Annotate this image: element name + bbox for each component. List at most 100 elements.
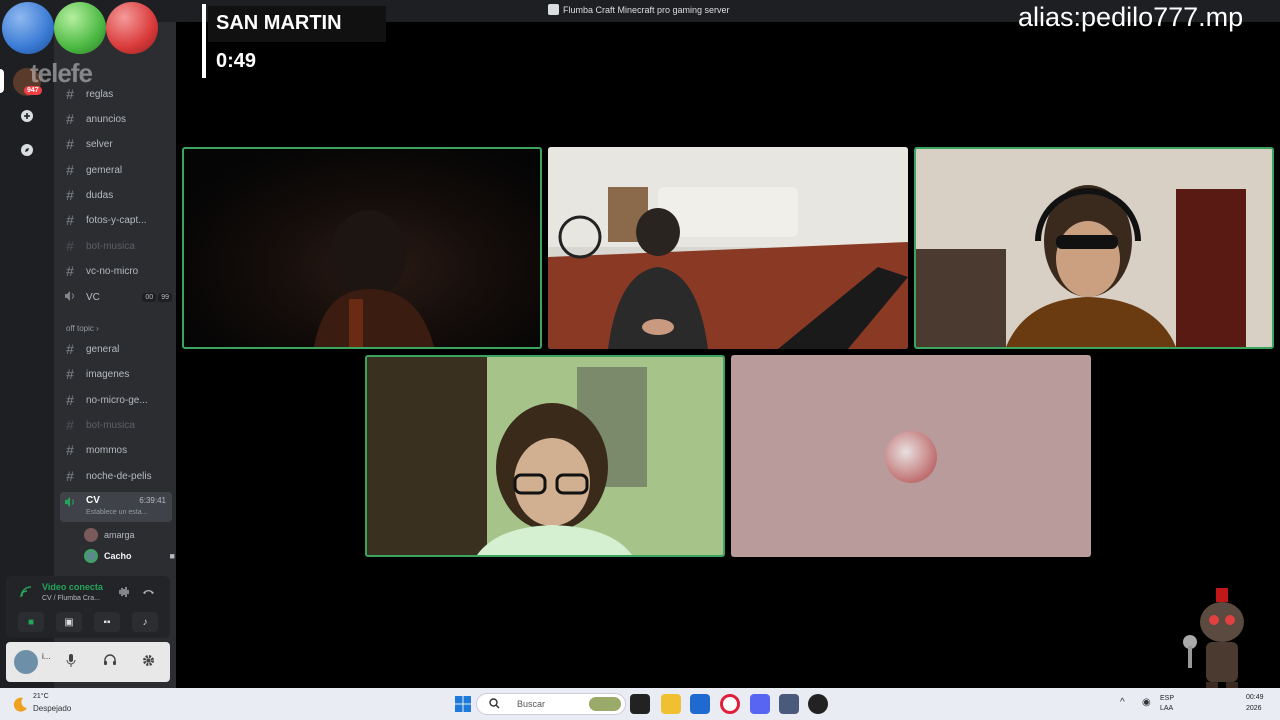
clock-time[interactable]: 00:49 — [1246, 694, 1264, 701]
channel-name: anuncios — [86, 113, 127, 125]
microphone-icon[interactable] — [66, 654, 76, 670]
video-tile[interactable] — [548, 147, 908, 349]
clock-date[interactable]: 2026 — [1246, 705, 1262, 712]
broadcast-logo — [0, 0, 170, 56]
channel-name: fotos-y-capt... — [86, 214, 147, 226]
windows-start-icon[interactable] — [455, 696, 471, 717]
taskbar-search[interactable]: Buscar — [476, 693, 626, 715]
chevron-up-icon[interactable]: ^ — [1120, 697, 1125, 708]
voice-channel-vc[interactable]: VC 00 99 — [60, 286, 172, 308]
channel-noche-de-pelis[interactable]: # noche-de-pelis — [60, 465, 172, 487]
gear-icon[interactable] — [142, 654, 155, 670]
task-view-icon[interactable] — [630, 694, 650, 714]
keyboard-language[interactable]: ESP — [1160, 695, 1174, 702]
hash-icon: # — [66, 392, 74, 408]
noise-suppression-icon[interactable] — [118, 586, 130, 601]
channel-name: reglas — [86, 88, 114, 100]
disconnect-icon[interactable] — [142, 586, 155, 601]
video-tile[interactable] — [365, 355, 725, 557]
hash-icon: # — [66, 468, 74, 484]
user-panel: i... — [6, 642, 170, 682]
headphones-icon[interactable] — [104, 654, 116, 669]
video-tile[interactable] — [914, 147, 1274, 349]
vc-badge-b: 99 — [158, 292, 172, 302]
weather-description: Despejado — [33, 704, 72, 713]
channel-selver[interactable]: # selver — [60, 133, 172, 155]
channel-gemeral[interactable]: # gemeral — [60, 159, 172, 181]
avatar[interactable] — [14, 650, 38, 674]
hash-icon: # — [66, 238, 74, 254]
weather-moon-icon[interactable] — [12, 696, 28, 717]
network-icon[interactable]: ◉ — [1142, 697, 1151, 708]
channel-name: general — [86, 343, 120, 355]
channel-dudas[interactable]: # dudas — [60, 184, 172, 206]
video-tile-camera-off[interactable] — [731, 355, 1091, 557]
channel-general[interactable]: # general — [60, 338, 172, 360]
channel-fotos[interactable]: # fotos-y-capt... — [60, 209, 172, 231]
weather-temperature: 21°C — [33, 693, 49, 700]
hash-icon: # — [66, 136, 74, 152]
channel-bot-musica[interactable]: # bot-musica — [60, 235, 172, 257]
file-explorer-icon[interactable] — [661, 694, 681, 714]
alias-watermark: alias:pedilo777.mp — [1018, 2, 1244, 32]
avatar — [885, 431, 937, 483]
channel-bot-musica-2[interactable]: # bot-musica — [60, 414, 172, 436]
keyboard-layout[interactable]: LAA — [1160, 705, 1173, 712]
explore-servers-icon[interactable] — [13, 136, 41, 164]
broadcast-watermark: telefe — [30, 58, 93, 88]
channel-name: VC — [86, 291, 100, 303]
hash-icon: # — [66, 341, 74, 357]
username[interactable]: i... — [42, 652, 50, 661]
channel-no-micro-ge[interactable]: # no-micro-ge... — [60, 389, 172, 411]
scoreboard-clock: 0:49 — [216, 50, 257, 72]
search-placeholder: Buscar — [517, 699, 546, 709]
channel-name: mommos — [86, 444, 128, 456]
channel-name: noche-de-pelis — [86, 470, 152, 482]
active-server-indicator — [0, 69, 4, 93]
channel-imagenes[interactable]: # imagenes — [60, 363, 172, 385]
activities-icon: ▪▪ — [103, 616, 111, 628]
voice-member[interactable]: amarga — [84, 526, 135, 544]
category-label: off topic — [66, 324, 94, 333]
member-name: amarga — [104, 530, 135, 540]
hash-icon: # — [66, 417, 74, 433]
soundboard-icon: ♪ — [142, 616, 148, 628]
search-icon — [489, 698, 500, 711]
logo-ball-green — [54, 2, 106, 54]
channel-anuncios[interactable]: # anuncios — [60, 108, 172, 130]
voice-member[interactable]: Cacho ■ — [84, 547, 175, 565]
search-highlight-icon — [589, 697, 621, 711]
screen-share-icon: ▣ — [64, 616, 74, 628]
opera-icon[interactable] — [720, 694, 740, 714]
channel-name: bot-musica — [86, 240, 135, 252]
logo-ball-blue — [2, 2, 54, 54]
signal-icon[interactable] — [20, 586, 32, 601]
windows-taskbar: 21°C Despejado Buscar ^ ◉ ESP LAA 00:49 … — [0, 688, 1280, 720]
add-server-icon[interactable] — [13, 102, 41, 130]
screen-share-button[interactable]: ▣ — [56, 612, 82, 632]
video-camera-icon: ■ — [27, 616, 35, 628]
voice-connection-panel: Video conecta CV / Flumba Cra... ■ ▣ ▪▪ … — [6, 576, 170, 638]
avatar — [84, 528, 98, 542]
hash-icon: # — [66, 263, 74, 279]
category-off-topic[interactable]: off topic › — [66, 324, 99, 333]
voice-channel-cv[interactable]: CV 6:39:41 Establece un esta... — [60, 492, 172, 522]
channel-mommos[interactable]: # mommos — [60, 439, 172, 461]
soundboard-button[interactable]: ♪ — [132, 612, 158, 632]
hash-icon: # — [66, 162, 74, 178]
call-duration: 6:39:41 — [139, 496, 166, 505]
video-tile[interactable] — [182, 147, 542, 349]
channel-name: gemeral — [86, 164, 123, 176]
logo-ball-red — [106, 2, 158, 54]
activities-button[interactable]: ▪▪ — [94, 612, 120, 632]
voice-channel-path[interactable]: CV / Flumba Cra... — [42, 595, 100, 602]
window-title: Flumba Craft Minecraft pro gaming server — [548, 4, 730, 15]
app-window-icon[interactable] — [779, 694, 799, 714]
video-camera-icon: ■ — [169, 551, 175, 561]
hash-icon: # — [66, 442, 74, 458]
obs-icon[interactable] — [808, 694, 828, 714]
channel-vc-no-micro[interactable]: # vc-no-micro — [60, 260, 172, 282]
discord-icon[interactable] — [750, 694, 770, 714]
store-icon[interactable] — [690, 694, 710, 714]
camera-button[interactable]: ■ — [18, 612, 44, 632]
